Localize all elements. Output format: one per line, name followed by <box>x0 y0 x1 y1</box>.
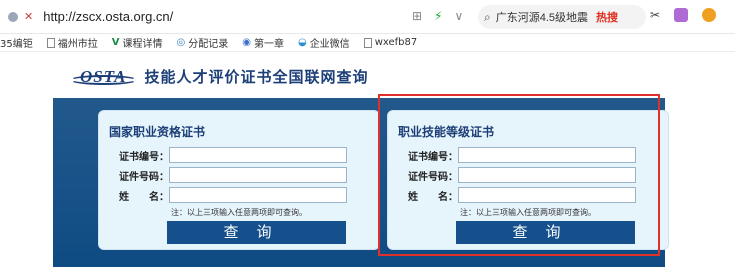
cert-number-input[interactable] <box>169 147 347 163</box>
bookmark-label: 课程详情 <box>122 39 163 50</box>
query-button[interactable]: 查询 <box>456 221 635 244</box>
osta-logo: OSTA <box>70 67 137 87</box>
bookmark-item[interactable]: V 课程详情 <box>112 35 163 50</box>
v-logo-icon: V <box>111 37 120 48</box>
url-field[interactable]: http://zscx.osta.org.cn/ <box>43 9 173 24</box>
bookmarks-bar: 35编钜 福州市拉 V 课程详情 ◎ 分配记录 ◉ 第一章 ◒ 企业微信 wxefb87 <box>0 34 735 52</box>
bolt-icon[interactable]: ⚡ <box>434 9 442 23</box>
cert-number-label: 证书编号： <box>119 151 169 163</box>
address-bar: ✕ http://zscx.osta.org.cn/ ⊞ ⚡ ∨ ⌕ 广东河源4… <box>0 0 735 34</box>
cert-number-input[interactable] <box>458 147 636 163</box>
wechat-work-icon: ◒ <box>297 37 307 48</box>
search-icon: ⌕ <box>484 9 491 24</box>
bookmark-item[interactable]: 35编钜 <box>0 35 33 50</box>
circle-icon: ◉ <box>242 37 251 48</box>
bookmark-label: 35编钜 <box>0 39 33 50</box>
bookmark-label: wxefb87 <box>374 37 418 48</box>
panel-title: 国家职业资格证书 <box>109 125 206 139</box>
page-title: 技能人才评价证书全国联网查询 <box>144 68 369 86</box>
shield-icon[interactable] <box>702 8 717 22</box>
cert-number-label: 证书编号： <box>408 151 458 163</box>
grid-icon[interactable]: ⊞ <box>412 9 422 23</box>
scissors-icon[interactable]: ✂ <box>650 8 660 22</box>
bookmark-item[interactable]: wxefb87 <box>363 37 418 48</box>
bookmark-label: 分配记录 <box>188 39 229 50</box>
search-query: 广东河源4.5级地震 <box>495 12 589 24</box>
bookmark-label: 福州市拉 <box>57 39 98 50</box>
search-box[interactable]: ⌕ 广东河源4.5级地震 热搜 <box>478 5 646 29</box>
address-left: ✕ http://zscx.osta.org.cn/ <box>8 9 173 24</box>
people-icon: ◎ <box>176 37 186 48</box>
name-label: 姓 名： <box>119 191 169 203</box>
id-number-row: 证件号码： <box>119 167 347 183</box>
query-button[interactable]: 查询 <box>167 221 346 244</box>
browser-window: ✕ http://zscx.osta.org.cn/ ⊞ ⚡ ∨ ⌕ 广东河源4… <box>0 0 735 267</box>
panel-title: 职业技能等级证书 <box>398 125 495 139</box>
cert-number-row: 证书编号： <box>119 147 347 163</box>
id-number-input[interactable] <box>458 167 636 183</box>
cert-number-row: 证书编号： <box>408 147 636 163</box>
bookmark-label: 第一章 <box>253 39 284 50</box>
name-row: 姓 名： <box>119 187 347 203</box>
site-header: OSTA 技能人才评价证书全国联网查询 <box>70 66 369 87</box>
id-number-input[interactable] <box>169 167 347 183</box>
name-row: 姓 名： <box>408 187 636 203</box>
translate-icon[interactable] <box>674 8 689 22</box>
bookmark-item[interactable]: ◒ 企业微信 <box>298 35 350 50</box>
bookmark-item[interactable]: ◉ 第一章 <box>242 35 284 50</box>
bookmark-item[interactable]: 福州市拉 <box>46 35 98 50</box>
bookmark-item[interactable]: ◎ 分配记录 <box>176 35 228 50</box>
site-info-icon[interactable] <box>8 11 18 22</box>
hot-search-label[interactable]: 热搜 <box>596 9 618 25</box>
national-certificate-panel: 国家职业资格证书 证书编号： 证件号码： 姓 名： 注：以上三项输入任意两项即可… <box>98 110 380 250</box>
id-number-row: 证件号码： <box>408 167 636 183</box>
query-note: 注：以上三项输入任意两项即可查询。 <box>460 208 596 217</box>
id-number-label: 证件号码： <box>408 171 458 183</box>
insecure-icon[interactable]: ✕ <box>24 10 33 23</box>
bookmark-label: 企业微信 <box>309 39 350 50</box>
name-input[interactable] <box>458 187 636 203</box>
page-icon <box>363 37 372 48</box>
page-icon <box>46 37 55 48</box>
address-tools: ⊞ ⚡ ∨ <box>412 9 463 23</box>
query-note: 注：以上三项输入任意两项即可查询。 <box>171 208 307 217</box>
chevron-down-icon[interactable]: ∨ <box>455 9 464 23</box>
skill-level-certificate-panel: 职业技能等级证书 证书编号： 证件号码： 姓 名： 注：以上三项输入任意两项即可… <box>387 110 669 250</box>
toolbar-right: ✂ <box>650 8 717 22</box>
name-input[interactable] <box>169 187 347 203</box>
name-label: 姓 名： <box>408 191 458 203</box>
id-number-label: 证件号码： <box>119 171 169 183</box>
